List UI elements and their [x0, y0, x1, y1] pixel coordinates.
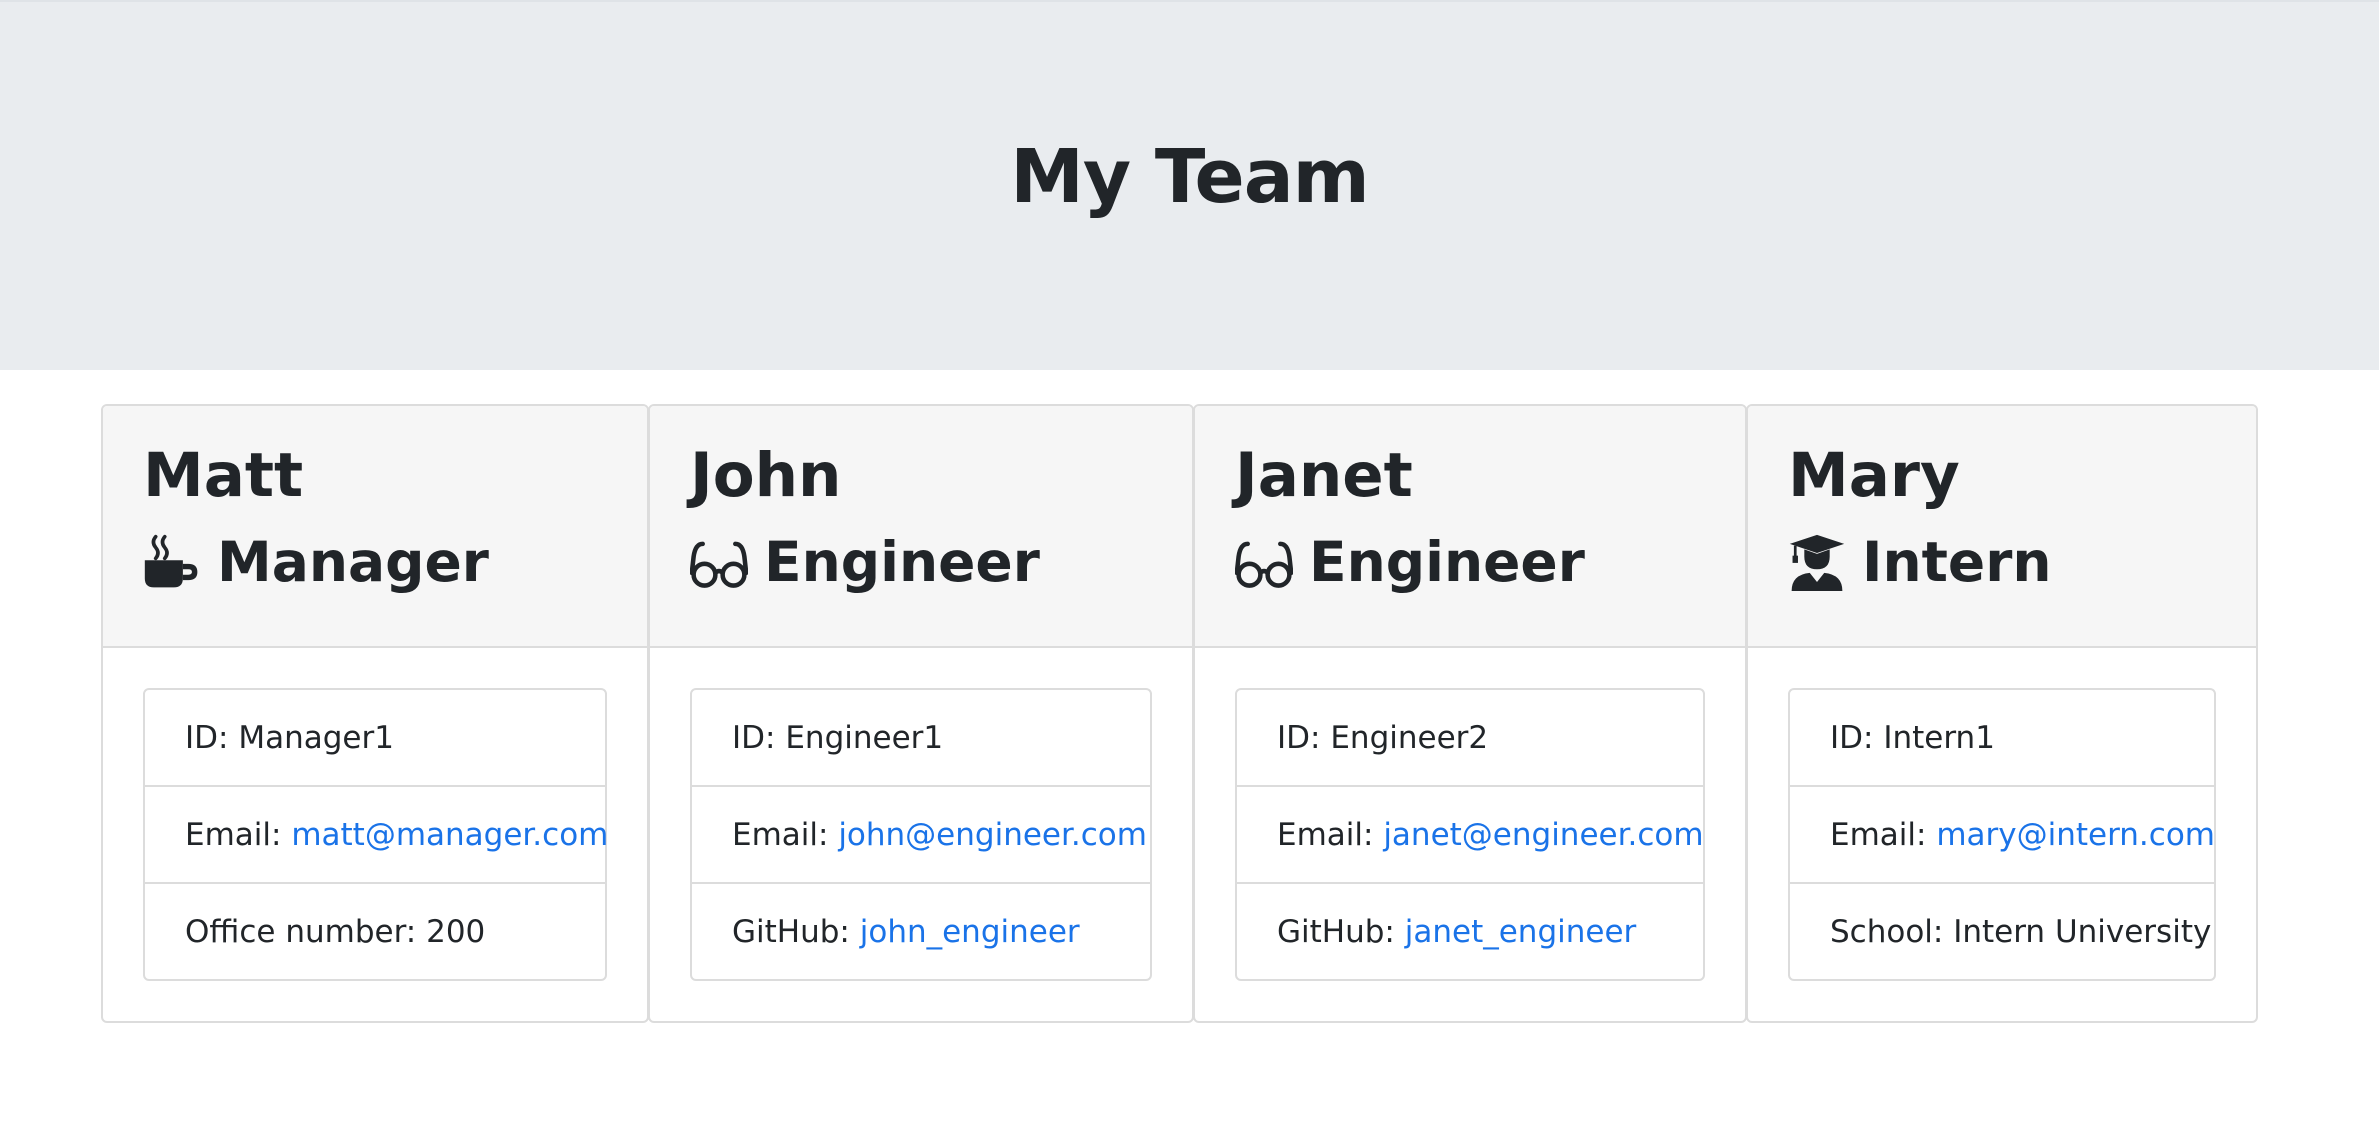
employee-name: Janet — [1235, 440, 1413, 511]
employee-card-manager: Matt Manager ID: Manager1 Email: matt@ma… — [101, 404, 649, 1023]
coffee-icon — [143, 533, 201, 591]
id-value: Engineer1 — [785, 719, 944, 756]
employee-card-intern: Mary Intern ID: Intern1 Email: mary@inte… — [1746, 404, 2258, 1023]
school-label: School: — [1830, 913, 1944, 950]
github-link[interactable]: john_engineer — [860, 914, 1080, 950]
github-link[interactable]: janet_engineer — [1405, 914, 1637, 950]
email-label: Email: — [185, 816, 282, 853]
card-header: Mary Intern — [1748, 406, 2256, 648]
id-item: ID: Manager1 — [145, 690, 605, 787]
page-title: My Team — [1010, 134, 1370, 220]
github-label: GitHub: — [732, 913, 850, 950]
card-header: John Engineer — [650, 406, 1192, 648]
details-list: ID: Engineer2 Email: janet@engineer.com … — [1235, 688, 1705, 981]
email-label: Email: — [1830, 816, 1927, 853]
office-number-label: Office number: — [185, 913, 417, 950]
github-item: GitHub: john_engineer — [692, 884, 1150, 979]
email-link[interactable]: mary@intern.com — [1936, 817, 2215, 853]
role-label: Manager — [217, 530, 489, 594]
glasses-icon — [690, 533, 748, 591]
role-label: Engineer — [1309, 530, 1585, 594]
office-number-item: Office number: 200 — [145, 884, 605, 979]
office-number-value: 200 — [426, 913, 486, 950]
team-header: My Team — [0, 0, 2379, 370]
email-link[interactable]: john@engineer.com — [838, 817, 1147, 853]
github-label: GitHub: — [1277, 913, 1395, 950]
email-item: Email: john@engineer.com — [692, 787, 1150, 884]
id-value: Engineer2 — [1330, 719, 1489, 756]
school-item: School: Intern University — [1790, 884, 2214, 979]
email-item: Email: janet@engineer.com — [1237, 787, 1704, 884]
id-value: Manager1 — [238, 719, 394, 756]
role-label: Engineer — [764, 530, 1040, 594]
id-label: ID: — [732, 719, 776, 756]
email-link[interactable]: matt@manager.com — [291, 817, 608, 853]
employee-role: Engineer — [1235, 532, 1585, 593]
card-header: Janet Engineer — [1195, 406, 1745, 648]
employee-role: Engineer — [690, 532, 1040, 593]
email-label: Email: — [1277, 816, 1374, 853]
card-header: Matt Manager — [103, 406, 647, 648]
school-value: Intern University — [1953, 913, 2212, 950]
id-item: ID: Engineer1 — [692, 690, 1150, 787]
github-item: GitHub: janet_engineer — [1237, 884, 1703, 979]
details-list: ID: Engineer1 Email: john@engineer.com G… — [690, 688, 1152, 981]
employee-role: Intern — [1788, 532, 2052, 593]
role-label: Intern — [1862, 530, 2052, 594]
graduate-icon — [1788, 533, 1846, 592]
id-value: Intern1 — [1883, 719, 1995, 756]
id-label: ID: — [1277, 719, 1321, 756]
employee-card-engineer: Janet Engineer ID: Engineer2 Email: jane… — [1193, 404, 1747, 1023]
employee-name: Matt — [143, 440, 304, 511]
email-item: Email: matt@manager.com — [145, 787, 608, 884]
id-label: ID: — [185, 719, 229, 756]
employee-name: Mary — [1788, 440, 1960, 511]
id-label: ID: — [1830, 719, 1874, 756]
employee-name: John — [690, 440, 842, 511]
email-item: Email: mary@intern.com — [1790, 787, 2215, 884]
email-label: Email: — [732, 816, 829, 853]
id-item: ID: Intern1 — [1790, 690, 2214, 787]
details-list: ID: Intern1 Email: mary@intern.com Schoo… — [1788, 688, 2216, 981]
glasses-icon — [1235, 533, 1293, 591]
id-item: ID: Engineer2 — [1237, 690, 1703, 787]
employee-card-engineer: John Engineer ID: Engineer1 Email: john@… — [648, 404, 1194, 1023]
details-list: ID: Manager1 Email: matt@manager.com Off… — [143, 688, 608, 981]
employee-role: Manager — [143, 532, 489, 593]
email-link[interactable]: janet@engineer.com — [1383, 817, 1703, 853]
